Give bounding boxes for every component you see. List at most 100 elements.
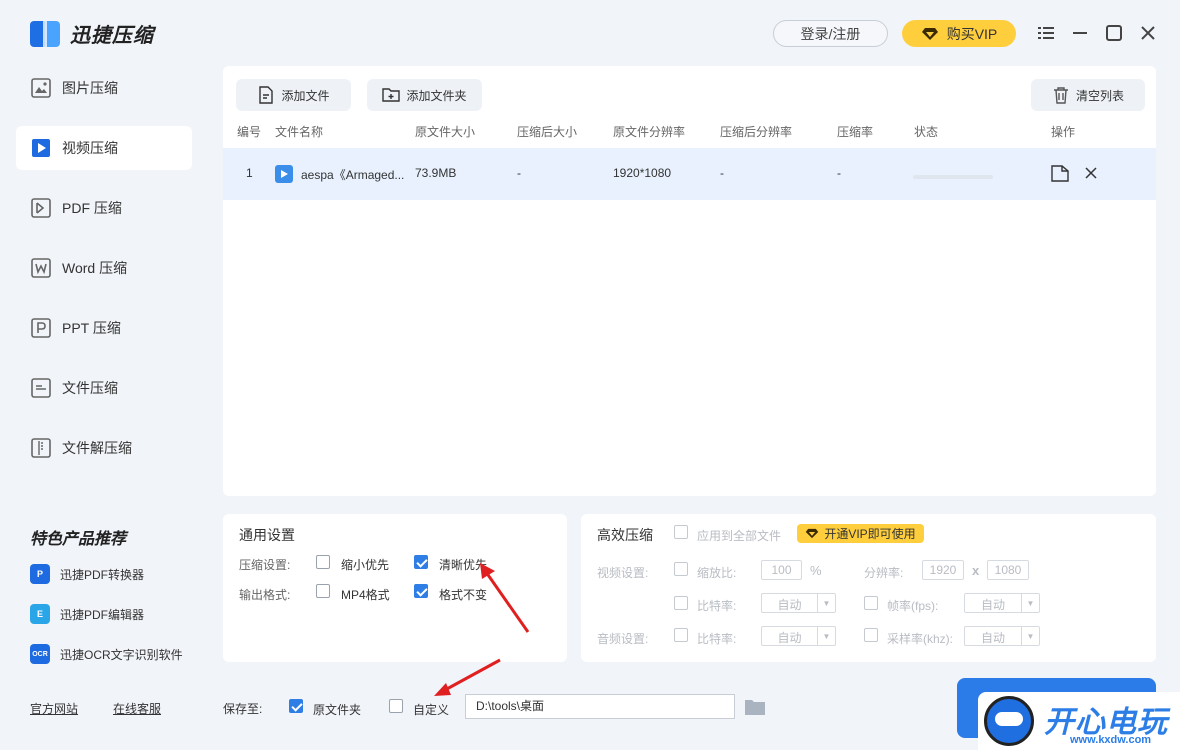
video-settings-label: 视频设置: xyxy=(597,566,649,580)
video-file-icon xyxy=(30,137,52,159)
sidebar-item-word[interactable]: Word 压缩 xyxy=(16,246,192,290)
sidebar-item-archive[interactable]: 文件压缩 xyxy=(16,366,192,410)
sidebar-item-label: 文件压缩 xyxy=(62,380,118,396)
login-button[interactable]: 登录/注册 xyxy=(773,20,888,47)
col-orig-res: 原文件分辨率 xyxy=(613,125,686,139)
watermark-url: www.kxdw.com xyxy=(1070,734,1152,746)
advanced-settings-title: 高效压缩 xyxy=(597,527,653,543)
promo-pdf-editor[interactable]: E 迅捷PDF编辑器 xyxy=(30,604,144,624)
row-orig-res: 1920*1080 xyxy=(613,166,672,180)
app-title: 迅捷压缩 xyxy=(70,25,154,47)
apply-all-label: 应用到全部文件 xyxy=(697,529,782,543)
archive-file-icon xyxy=(30,377,52,399)
mp4-format-checkbox[interactable] xyxy=(316,584,330,598)
clear-first-checkbox[interactable] xyxy=(414,555,428,569)
framerate-label: 帧率(fps): xyxy=(887,599,939,613)
general-settings-title: 通用设置 xyxy=(239,527,295,543)
col-ratio: 压缩率 xyxy=(837,125,874,139)
open-vip-tag[interactable]: 开通VIP即可使用 xyxy=(797,524,924,543)
sidebar-item-image[interactable]: 图片压缩 xyxy=(16,66,192,110)
sidebar-item-video[interactable]: 视频压缩 xyxy=(16,126,192,170)
promo-pdf-converter[interactable]: P 迅捷PDF转换器 xyxy=(30,564,144,584)
menu-icon[interactable] xyxy=(1035,22,1057,44)
browse-folder-icon[interactable] xyxy=(745,698,765,720)
small-first-label: 缩小优先 xyxy=(341,558,390,572)
output-format-label: 输出格式: xyxy=(239,588,291,602)
promo-ocr[interactable]: OCR 迅捷OCR文字识别软件 xyxy=(30,644,183,664)
clear-first-label: 清晰优先 xyxy=(439,558,488,572)
table-header: 编号 文件名称 原文件大小 压缩后大小 原文件分辨率 压缩后分辨率 压缩率 状态… xyxy=(223,123,1156,141)
sidebar-item-unzip[interactable]: 文件解压缩 xyxy=(16,426,192,470)
sidebar-item-label: PDF 压缩 xyxy=(62,200,122,216)
add-folder-label: 添加文件夹 xyxy=(406,88,467,103)
open-folder-icon[interactable] xyxy=(1051,165,1069,185)
add-file-label: 添加文件 xyxy=(281,88,330,103)
keep-format-label: 格式不变 xyxy=(439,588,488,602)
app-window: 迅捷压缩 登录/注册 购买VIP 图片压缩 视频压缩 PDF 压缩 Word 压… xyxy=(0,0,1180,750)
annotation-arrow xyxy=(434,658,501,696)
buy-vip-button[interactable]: 购买VIP xyxy=(902,20,1016,47)
audio-bitrate-value: 自动 xyxy=(777,631,802,645)
official-site-link[interactable]: 官方网站 xyxy=(30,700,78,717)
clear-list-button[interactable]: 清空列表 xyxy=(1031,79,1145,111)
sidebar: 图片压缩 视频压缩 PDF 压缩 Word 压缩 PPT 压缩 文件压缩 文件解… xyxy=(16,66,192,486)
minimize-icon[interactable] xyxy=(1069,22,1091,44)
ocr-icon: OCR xyxy=(30,644,50,664)
pdf-file-icon xyxy=(30,197,52,219)
save-path-input[interactable]: D:\tools\桌面 xyxy=(465,694,735,719)
samplerate-value: 自动 xyxy=(980,631,1005,645)
diamond-icon xyxy=(806,528,819,539)
resolution-height-input[interactable]: 1080 xyxy=(987,560,1029,580)
original-folder-checkbox[interactable] xyxy=(289,699,303,713)
apply-all-checkbox[interactable] xyxy=(674,525,688,539)
col-new-res: 压缩后分辨率 xyxy=(720,125,793,139)
delete-row-icon[interactable] xyxy=(1085,167,1097,182)
small-first-checkbox[interactable] xyxy=(316,555,330,569)
resolution-width-input[interactable]: 1920 xyxy=(922,560,964,580)
sidebar-item-ppt[interactable]: PPT 压缩 xyxy=(16,306,192,350)
pdf-editor-icon: E xyxy=(30,604,50,624)
buy-vip-label: 购买VIP xyxy=(946,25,998,42)
row-ratio: - xyxy=(837,166,841,180)
open-vip-label: 开通VIP即可使用 xyxy=(824,527,916,541)
trash-icon xyxy=(1053,87,1068,104)
add-folder-icon xyxy=(382,88,401,102)
custom-folder-checkbox[interactable] xyxy=(389,699,403,713)
mp4-format-label: MP4格式 xyxy=(341,588,390,602)
online-support-link[interactable]: 在线客服 xyxy=(113,700,161,717)
chevron-down-icon: ▼ xyxy=(817,594,835,612)
video-bitrate-checkbox[interactable] xyxy=(674,596,688,610)
sidebar-item-label: PPT 压缩 xyxy=(62,320,121,336)
scale-input[interactable]: 100 xyxy=(761,560,802,580)
app-logo: 迅捷压缩 xyxy=(30,19,154,48)
close-icon[interactable] xyxy=(1137,22,1159,44)
add-file-button[interactable]: 添加文件 xyxy=(236,79,351,111)
scale-label: 缩放比: xyxy=(697,566,737,580)
diamond-icon xyxy=(921,27,938,40)
row-orig-size: 73.9MB xyxy=(415,166,457,180)
framerate-select[interactable]: 自动 ▼ xyxy=(964,593,1040,613)
maximize-icon[interactable] xyxy=(1103,22,1125,44)
audio-settings-label: 音频设置: xyxy=(597,632,649,646)
percent-label: % xyxy=(810,563,822,578)
image-file-icon xyxy=(30,77,52,99)
samplerate-checkbox[interactable] xyxy=(864,628,878,642)
audio-bitrate-select[interactable]: 自动 ▼ xyxy=(761,626,836,646)
framerate-checkbox[interactable] xyxy=(864,596,878,610)
ppt-file-icon xyxy=(30,317,52,339)
col-status: 状态 xyxy=(914,125,939,139)
audio-bitrate-checkbox[interactable] xyxy=(674,628,688,642)
add-file-icon xyxy=(259,86,274,104)
app-logo-icon xyxy=(30,20,60,47)
keep-format-checkbox[interactable] xyxy=(414,584,428,598)
resolution-x-label: x xyxy=(972,563,980,578)
scale-checkbox[interactable] xyxy=(674,562,688,576)
sidebar-item-pdf[interactable]: PDF 压缩 xyxy=(16,186,192,230)
col-orig-size: 原文件大小 xyxy=(415,125,476,139)
unzip-file-icon xyxy=(30,437,52,459)
samplerate-select[interactable]: 自动 ▼ xyxy=(964,626,1040,646)
video-bitrate-select[interactable]: 自动 ▼ xyxy=(761,593,836,613)
add-folder-button[interactable]: 添加文件夹 xyxy=(367,79,482,111)
table-row[interactable]: 1 aespa《Armaged... 73.9MB - 1920*1080 - … xyxy=(223,148,1156,200)
clear-list-label: 清空列表 xyxy=(1075,88,1124,103)
